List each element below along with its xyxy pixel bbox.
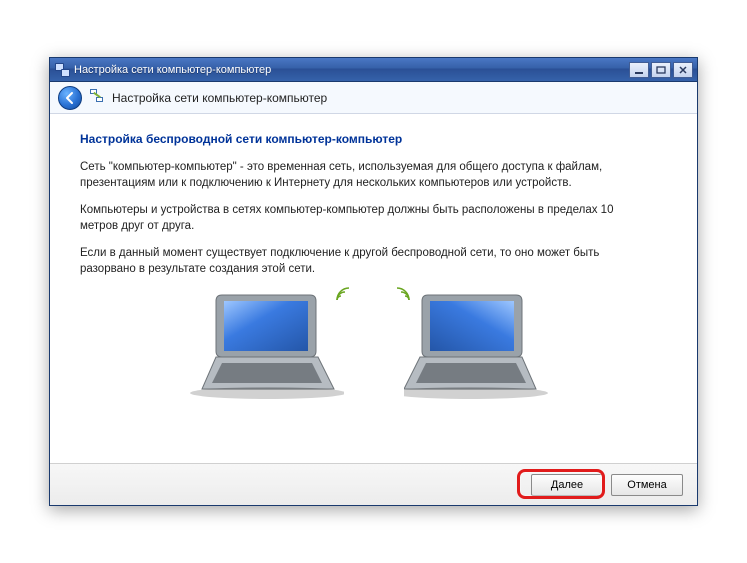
- laptop-illustration: [80, 289, 667, 399]
- title-bar: Настройка сети компьютер-компьютер: [50, 58, 697, 82]
- minimize-button[interactable]: [629, 62, 649, 78]
- nav-title: Настройка сети компьютер-компьютер: [112, 91, 327, 105]
- wifi-signal-icon: [334, 285, 352, 303]
- content-area: Настройка беспроводной сети компьютер-ко…: [50, 114, 697, 463]
- next-button[interactable]: Далее: [531, 474, 603, 496]
- laptop-icon: [404, 289, 564, 399]
- cancel-button[interactable]: Отмена: [611, 474, 683, 496]
- laptop-right: [404, 289, 564, 399]
- nav-header: Настройка сети компьютер-компьютер: [50, 82, 697, 114]
- paragraph-1: Сеть "компьютер-компьютер" - это временн…: [80, 160, 640, 191]
- paragraph-3: Если в данный момент существует подключе…: [80, 246, 640, 277]
- window-title: Настройка сети компьютер-компьютер: [74, 64, 629, 76]
- paragraph-2: Компьютеры и устройства в сетях компьюте…: [80, 203, 640, 234]
- footer-bar: Далее Отмена: [50, 463, 697, 505]
- app-icon: [54, 62, 70, 78]
- wizard-window: Настройка сети компьютер-компьютер Настр…: [49, 57, 698, 506]
- wifi-signal-icon: [394, 285, 412, 303]
- maximize-button[interactable]: [651, 62, 671, 78]
- close-button[interactable]: [673, 62, 693, 78]
- back-button[interactable]: [58, 86, 82, 110]
- window-controls: [629, 62, 693, 78]
- network-icon: [88, 89, 106, 107]
- page-heading: Настройка беспроводной сети компьютер-ко…: [80, 132, 667, 146]
- laptop-left: [184, 289, 344, 399]
- laptop-icon: [184, 289, 344, 399]
